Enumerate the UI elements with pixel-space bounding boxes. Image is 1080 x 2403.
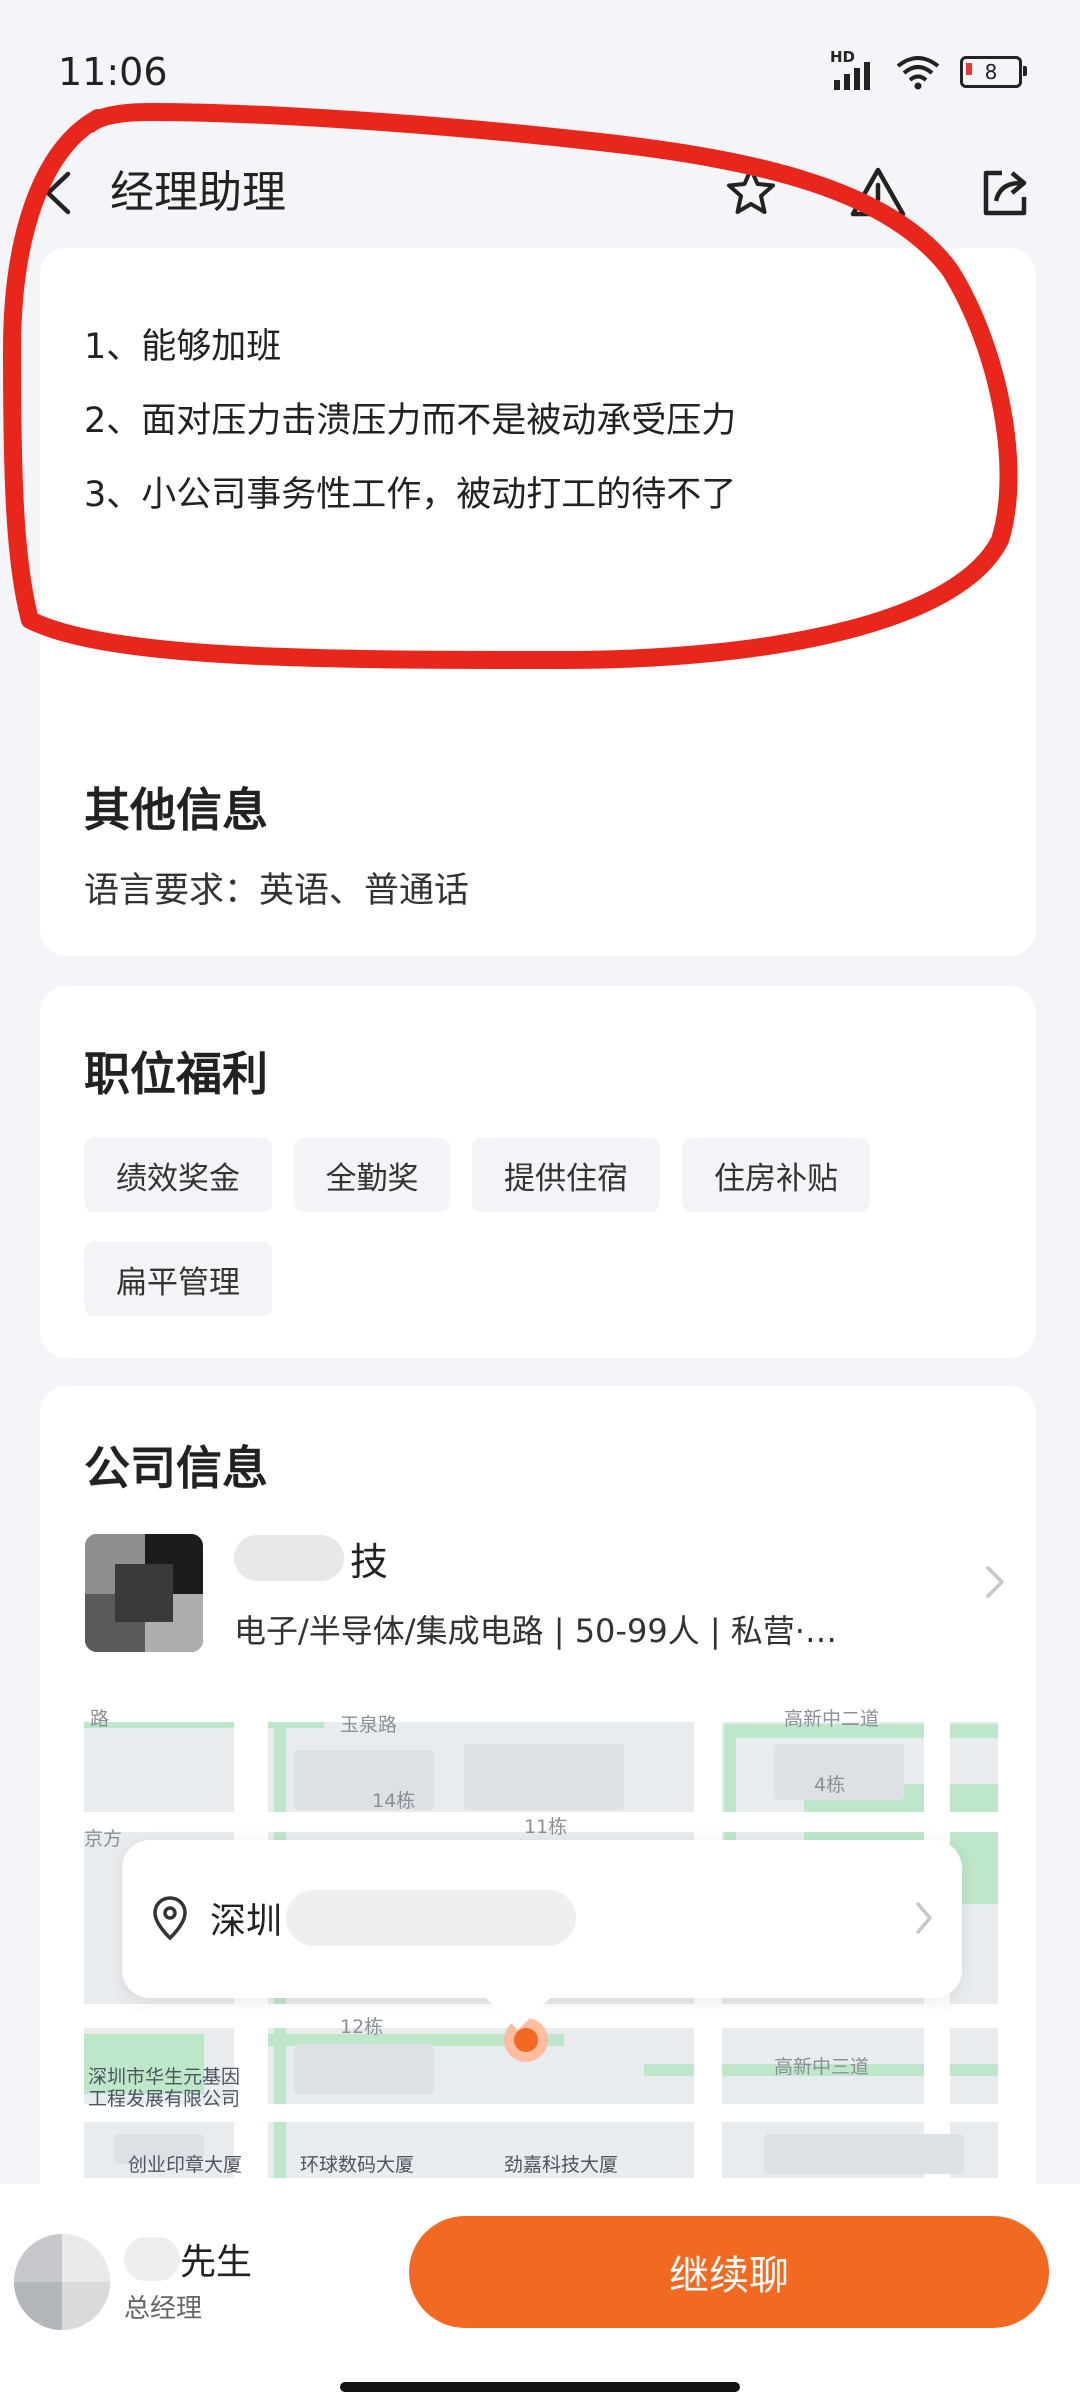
report-button[interactable] (843, 154, 913, 230)
requirement-line: 2、面对压力击溃压力而不是被动承受压力 (84, 401, 737, 441)
share-icon (983, 170, 1027, 216)
benefit-tag: 绩效奖金 (84, 1138, 272, 1212)
continue-chat-button[interactable]: 继续聊 (409, 2216, 1049, 2328)
job-description-card: 1、能够加班 2、面对压力击溃压力而不是被动承受压力 3、小公司事务性工作，被动… (40, 248, 1036, 956)
company-card: 公司信息 技 电子/半导体/集成电路 | 50-99人 | 私营·… 路 玉泉路… (40, 1386, 1036, 2206)
company-address: 深圳 (210, 1901, 283, 1942)
bottom-bar: 先生 总经理 继续聊 (0, 2184, 1080, 2403)
wifi-icon (896, 56, 940, 90)
share-button[interactable] (970, 154, 1040, 230)
battery-level: 8 (984, 60, 998, 84)
address-bubble-tail (478, 1990, 558, 2030)
status-bar: 11:06 HD 8 (0, 0, 1080, 140)
favorite-button[interactable] (716, 154, 786, 230)
warning-icon (850, 167, 906, 217)
page-title: 经理助理 (110, 167, 286, 218)
redacted-text (286, 1890, 577, 1946)
redacted-text (124, 2237, 180, 2281)
star-icon (727, 167, 775, 214)
chevron-right-icon (916, 1902, 932, 1934)
requirement-line: 1、能够加班 (84, 327, 282, 367)
redacted-text (234, 1535, 344, 1581)
benefit-tag: 扁平管理 (84, 1242, 272, 1316)
back-button[interactable] (35, 158, 79, 228)
recruiter-name: 先生 (124, 2232, 252, 2286)
avatar[interactable] (14, 2234, 110, 2330)
recruiter-name-text: 先生 (180, 2242, 253, 2283)
chevron-right-icon[interactable] (980, 1562, 1010, 1602)
battery-icon: 8 (960, 56, 1027, 88)
home-indicator[interactable] (340, 2382, 740, 2392)
benefits-title: 职位福利 (84, 1047, 268, 1101)
status-time: 11:06 (58, 50, 168, 94)
company-map[interactable]: 路 玉泉路 高新中二道 14栋 4栋 11栋 京方 12栋 高新中三道 深圳市华… (84, 1704, 998, 2178)
chevron-left-icon (45, 171, 71, 215)
company-logo[interactable] (85, 1534, 203, 1652)
address-bubble[interactable]: 深圳 (122, 1840, 962, 1998)
company-name[interactable]: 技 (234, 1528, 388, 1588)
signal-icon: HD (830, 48, 876, 90)
requirement-line: 3、小公司事务性工作，被动打工的待不了 (84, 475, 737, 515)
benefit-tag: 全勤奖 (294, 1138, 450, 1212)
recruiter-role: 总经理 (124, 2294, 203, 2324)
benefit-tag: 住房补贴 (682, 1138, 870, 1212)
company-meta: 电子/半导体/集成电路 | 50-99人 | 私营·… (234, 1612, 837, 1650)
other-info-title: 其他信息 (84, 783, 268, 837)
location-pin-icon (153, 1896, 187, 1941)
benefits-card: 职位福利 绩效奖金 全勤奖 提供住宿 住房补贴 扁平管理 (40, 986, 1036, 1358)
company-info-title: 公司信息 (84, 1441, 268, 1495)
language-requirement: 语言要求：英语、普通话 (84, 871, 470, 911)
benefit-tag: 提供住宿 (472, 1138, 660, 1212)
header: 经理助理 (0, 140, 1080, 260)
company-name-text: 技 (350, 1539, 389, 1584)
status-icons: HD 8 (830, 48, 1027, 92)
